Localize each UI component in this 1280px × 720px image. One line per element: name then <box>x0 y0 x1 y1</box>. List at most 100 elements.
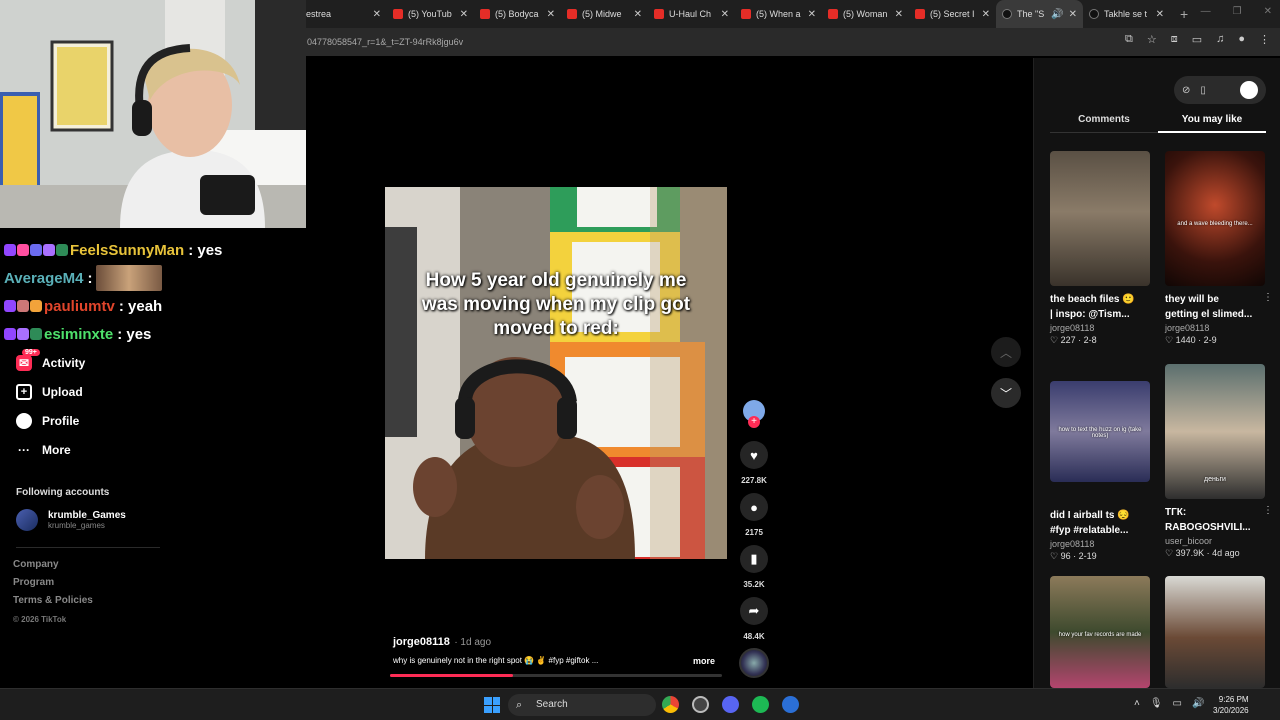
microphone-icon[interactable]: 🎙 <box>1150 698 1163 709</box>
taskbar-clock[interactable]: 9:26 PM 3/20/2026 <box>1213 694 1249 716</box>
close-window-icon[interactable]: ✕ <box>1264 6 1272 17</box>
speaker-icon[interactable]: 🔊 <box>1051 9 1063 20</box>
discord-icon[interactable] <box>722 696 739 713</box>
profile-avatar-icon[interactable]: ● <box>1238 33 1245 46</box>
chat-username[interactable]: esiminxte <box>44 326 113 343</box>
taskbar-search[interactable]: ⌕ Search <box>508 694 656 716</box>
tab-title: (5) Woman <box>843 9 888 19</box>
maximize-icon[interactable]: ❐ <box>1233 6 1242 17</box>
browser-tab[interactable]: estrea ✕ <box>300 0 387 28</box>
video-player[interactable]: How 5 year old genuinely me was moving w… <box>385 187 727 559</box>
chat-badges <box>4 300 42 312</box>
browser-tab[interactable]: U-Haul Ch ✕ <box>648 0 735 28</box>
sidebar-item-upload[interactable]: + Upload <box>0 377 300 406</box>
browser-tab[interactable]: (5) When a ✕ <box>735 0 822 28</box>
browser-tab[interactable]: (5) Bodyca ✕ <box>474 0 561 28</box>
recommended-video-card[interactable]: how your fav records are made <box>1050 576 1150 688</box>
badge-icon <box>17 244 29 256</box>
browser-tab[interactable]: (5) Midwe ✕ <box>561 0 648 28</box>
obs-icon[interactable] <box>692 696 709 713</box>
video-author[interactable]: jorge08118 <box>393 636 450 648</box>
browser-tab[interactable]: Takhle se t ✕ <box>1083 0 1170 28</box>
tiktok-icon <box>1002 9 1012 19</box>
like-button[interactable]: ♥ <box>740 441 768 469</box>
close-icon[interactable]: ✕ <box>373 9 381 20</box>
share-button[interactable]: ➦ <box>740 597 768 625</box>
close-icon[interactable]: ✕ <box>1069 9 1077 20</box>
next-video-button[interactable]: ﹀ <box>991 378 1021 408</box>
device-icon[interactable]: ▯ <box>1200 85 1206 96</box>
chevron-up-icon[interactable]: ˄ <box>1134 698 1140 709</box>
follow-plus-icon[interactable]: + <box>748 416 760 428</box>
footer-link-program[interactable]: Program <box>13 577 93 595</box>
recommended-video-card[interactable]: the beach files 🙂 | inspo: @Tism... jorge… <box>1050 151 1150 346</box>
video-thumbnail: how your fav records are made <box>1050 576 1150 688</box>
sidebar-item-more[interactable]: ··· More <box>0 435 300 464</box>
browser-tab[interactable]: (5) Secret I ✕ <box>909 0 996 28</box>
more-options-icon[interactable]: ⋮ <box>1263 505 1273 516</box>
recommended-video-card[interactable]: and a wave bleeding there... ⋮ they will… <box>1165 151 1273 346</box>
sidebar-item-profile[interactable]: Profile <box>0 406 300 435</box>
chat-username[interactable]: AverageM4 <box>4 270 83 287</box>
tiktok-icon <box>1089 9 1099 19</box>
minimize-icon[interactable]: — <box>1201 6 1211 17</box>
bookmark-star-icon[interactable]: ☆ <box>1147 33 1157 46</box>
recommended-video-card[interactable]: деньги ⋮ TГК: RABOGOSHVILI... user_bicoor… <box>1165 364 1273 559</box>
close-icon[interactable]: ✕ <box>1156 9 1164 20</box>
install-icon[interactable]: ⧉ <box>1125 33 1133 46</box>
sidebar-item-activity[interactable]: ✉ 99+ Activity <box>0 348 300 377</box>
taskbar-apps <box>662 696 799 713</box>
spotify-icon[interactable] <box>752 696 769 713</box>
save-count: 35.2K <box>743 580 765 589</box>
tab-you-may-like[interactable]: You may like <box>1158 114 1266 133</box>
save-button[interactable]: ▮ <box>740 545 768 573</box>
card-stats: ♡ 397.9K · 4d ago <box>1165 548 1240 558</box>
media-icon[interactable]: ♫ <box>1216 33 1224 46</box>
app-icon[interactable] <box>782 696 799 713</box>
close-icon[interactable]: ✕ <box>721 9 729 20</box>
panel-controls: ⊘ ▯ <box>1174 76 1266 104</box>
browser-tab-active[interactable]: The "S 🔊 ✕ <box>996 0 1083 28</box>
menu-icon[interactable]: ⋮ <box>1259 33 1270 46</box>
extensions-icon[interactable]: ⧈ <box>1171 33 1178 46</box>
recommended-video-card[interactable] <box>1165 576 1265 688</box>
address-bar[interactable]: 04778058547_r=1&_t=ZT-94rRk8jgu6v <box>300 31 1100 53</box>
windows-start-icon[interactable] <box>484 697 500 713</box>
footer-link-company[interactable]: Company <box>13 559 93 577</box>
tab-comments[interactable]: Comments <box>1050 114 1158 133</box>
recommended-video-card[interactable]: how to text the huzz on ig (take notes) … <box>1050 381 1150 562</box>
compass-icon[interactable]: ⊘ <box>1182 85 1190 96</box>
previous-video-button[interactable]: ︿ <box>991 337 1021 367</box>
more-options-icon[interactable]: ⋮ <box>1263 292 1273 303</box>
windows-taskbar: ⌕ Search ˄ 🎙 ▭ 🔊 9:26 PM 3/20/2026 <box>0 688 1280 720</box>
close-icon[interactable]: ✕ <box>460 9 468 20</box>
card-author: jorge08118 <box>1050 539 1095 549</box>
close-icon[interactable]: ✕ <box>547 9 555 20</box>
close-icon[interactable]: ✕ <box>634 9 642 20</box>
more-link[interactable]: more <box>693 656 715 666</box>
network-icon[interactable]: ▭ <box>1173 698 1182 709</box>
video-progress-bar[interactable] <box>390 674 722 677</box>
close-icon[interactable]: ✕ <box>895 9 903 20</box>
close-icon[interactable]: ✕ <box>808 9 816 20</box>
following-account[interactable]: krumble_Games krumble_games <box>16 509 126 531</box>
footer-link-terms[interactable]: Terms & Policies <box>13 595 93 613</box>
chat-username[interactable]: FeelsSunnyMan <box>70 242 184 259</box>
account-name: krumble_Games <box>48 510 126 521</box>
new-tab-button[interactable]: + <box>1170 6 1198 22</box>
chat-username[interactable]: pauliumtv <box>44 298 115 315</box>
browser-tab[interactable]: (5) Woman ✕ <box>822 0 909 28</box>
volume-icon[interactable]: 🔊 <box>1192 698 1204 709</box>
sidepanel-icon[interactable]: ▭ <box>1192 33 1202 46</box>
comment-button[interactable]: ● <box>740 493 768 521</box>
close-icon[interactable]: ✕ <box>982 9 990 20</box>
theme-toggle[interactable] <box>1240 81 1258 99</box>
card-title-line: | inspo: @Tism... <box>1050 309 1130 320</box>
browser-tab[interactable]: (5) YouTub ✕ <box>387 0 474 28</box>
activity-icon: ✉ 99+ <box>16 348 40 371</box>
chrome-icon[interactable] <box>662 696 679 713</box>
sound-disc[interactable] <box>739 648 769 678</box>
screen: estrea ✕ (5) YouTub ✕ (5) Bodyca ✕ (5) Midw… <box>0 0 1280 720</box>
card-title: TГК: RABOGOSHVILI... <box>1165 505 1265 535</box>
card-title-line: RABOGOSHVILI... <box>1165 522 1251 533</box>
